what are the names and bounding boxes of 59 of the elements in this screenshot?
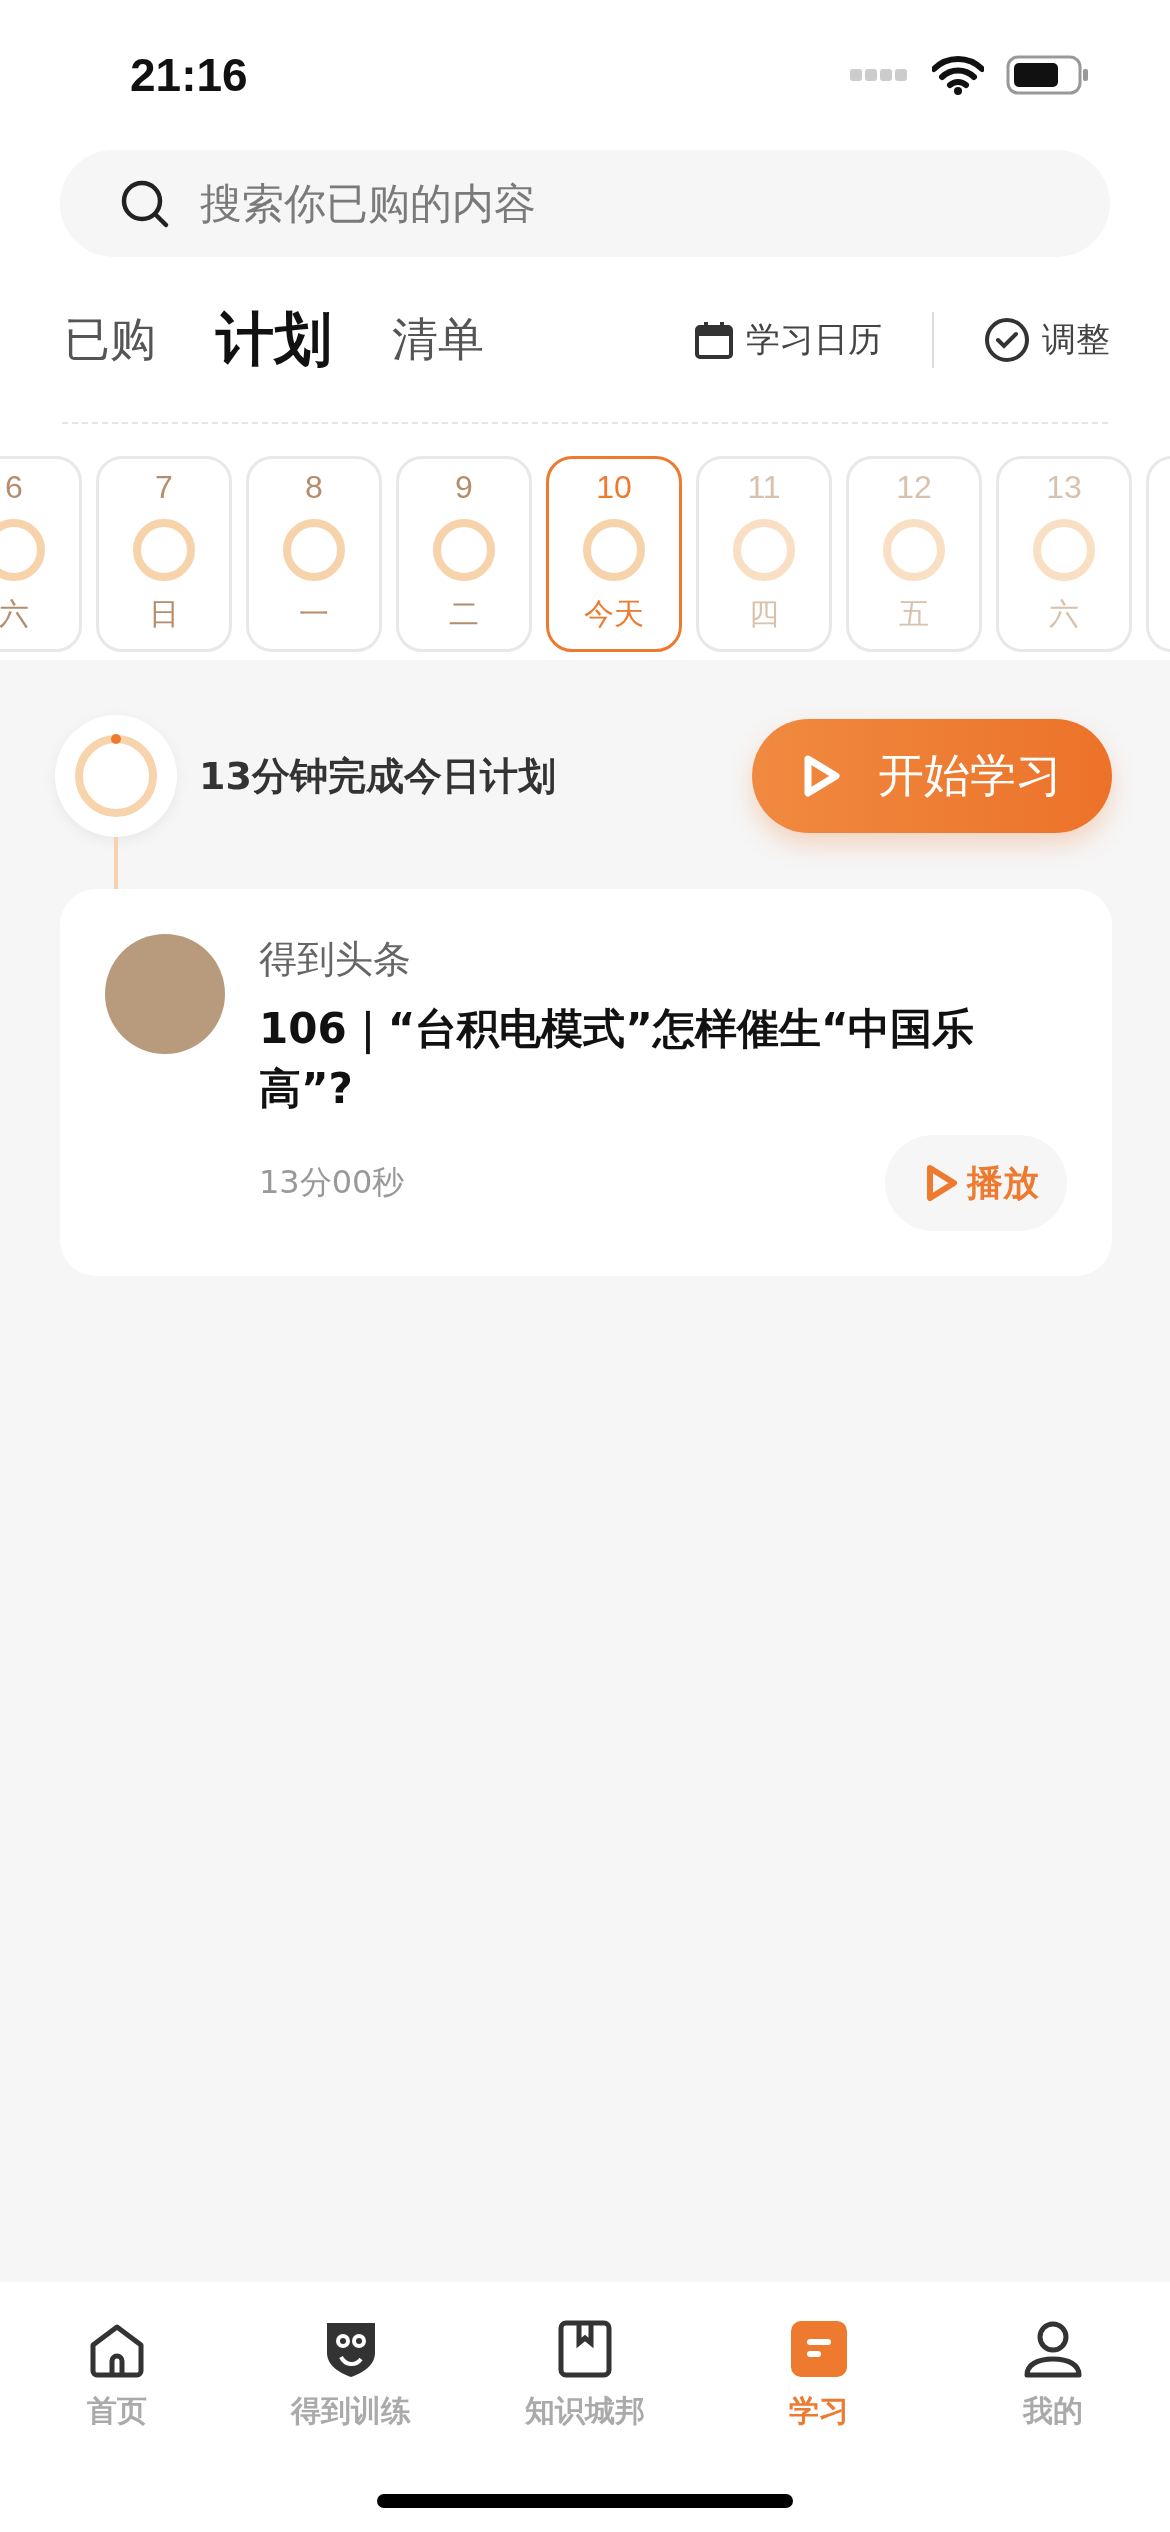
status-time: 21:16: [130, 48, 248, 102]
plan-summary: 13分钟完成今日计划: [199, 752, 557, 800]
ring-icon: [281, 517, 347, 583]
play-button[interactable]: 播放: [885, 1135, 1067, 1231]
start-study-button[interactable]: 开始学习: [752, 719, 1112, 833]
day-number: 10: [596, 469, 632, 506]
day-card[interactable]: 7 日: [96, 456, 232, 652]
nav-tab[interactable]: 得到训练: [234, 2317, 468, 2432]
calendar-icon: [694, 319, 734, 360]
check-circle-icon: [984, 316, 1030, 363]
day-card[interactable]: 8 一: [246, 456, 382, 652]
day-number: 13: [1046, 469, 1082, 506]
day-number: 12: [896, 469, 932, 506]
tab[interactable]: 已购: [64, 308, 156, 371]
weekday-label: 六: [1049, 595, 1079, 633]
day-number: 8: [305, 469, 323, 506]
weekday-label: 四: [749, 595, 779, 633]
signal-icon: [850, 66, 910, 84]
ring-icon: [1031, 517, 1097, 583]
ring-icon: [431, 517, 497, 583]
nav-tab[interactable]: 我的: [936, 2317, 1170, 2432]
nav-tab[interactable]: 学习: [702, 2317, 936, 2432]
tab[interactable]: 计划: [216, 300, 332, 379]
weekday-label: 日: [149, 595, 179, 633]
day-card[interactable]: 10 今天: [546, 456, 682, 652]
day-number: 6: [5, 469, 23, 506]
search-field[interactable]: 搜索你已购的内容: [60, 150, 1110, 257]
calendar-button[interactable]: 学习日历: [694, 316, 882, 363]
nav-tab[interactable]: 知识城邦: [468, 2317, 702, 2432]
weekday-label: 六: [0, 595, 29, 633]
ring-icon: [0, 517, 47, 583]
weekday-label: 五: [899, 595, 929, 633]
lesson-title: 106｜“台积电模式”怎样催生“中国乐高”?: [259, 1003, 976, 1115]
play-icon: [802, 754, 842, 798]
weekday-label: 今天: [584, 595, 644, 633]
adjust-button[interactable]: 调整: [984, 316, 1110, 363]
day-number: 9: [455, 469, 473, 506]
ring-icon: [881, 517, 947, 583]
day-card[interactable]: 11 四: [696, 456, 832, 652]
lesson-duration: 13分00秒: [259, 1162, 405, 1203]
wifi-icon: [932, 55, 984, 95]
weekday-label: 一: [299, 595, 329, 633]
day-card[interactable]: 12 五: [846, 456, 982, 652]
lesson-source: 得到头条: [259, 936, 412, 983]
search-icon: [120, 179, 170, 229]
battery-icon: [1006, 55, 1090, 95]
ring-icon: [131, 517, 197, 583]
weekday-label: 二: [449, 595, 479, 633]
tab[interactable]: 清单: [392, 308, 484, 371]
ring-icon: [731, 517, 797, 583]
day-number: 7: [155, 469, 173, 506]
day-card[interactable]: 9 二: [396, 456, 532, 652]
lesson-card[interactable]: 得到头条 106｜“台积电模式”怎样催生“中国乐高”? 13分00秒 播放: [60, 889, 1112, 1276]
day-card[interactable]: 13 六: [996, 456, 1132, 652]
ring-icon: [581, 517, 647, 583]
play-icon: [925, 1163, 959, 1203]
day-card[interactable]: 6 六: [0, 456, 82, 652]
nav-tab[interactable]: 首页: [0, 2317, 234, 2432]
day-number: 11: [747, 469, 781, 506]
